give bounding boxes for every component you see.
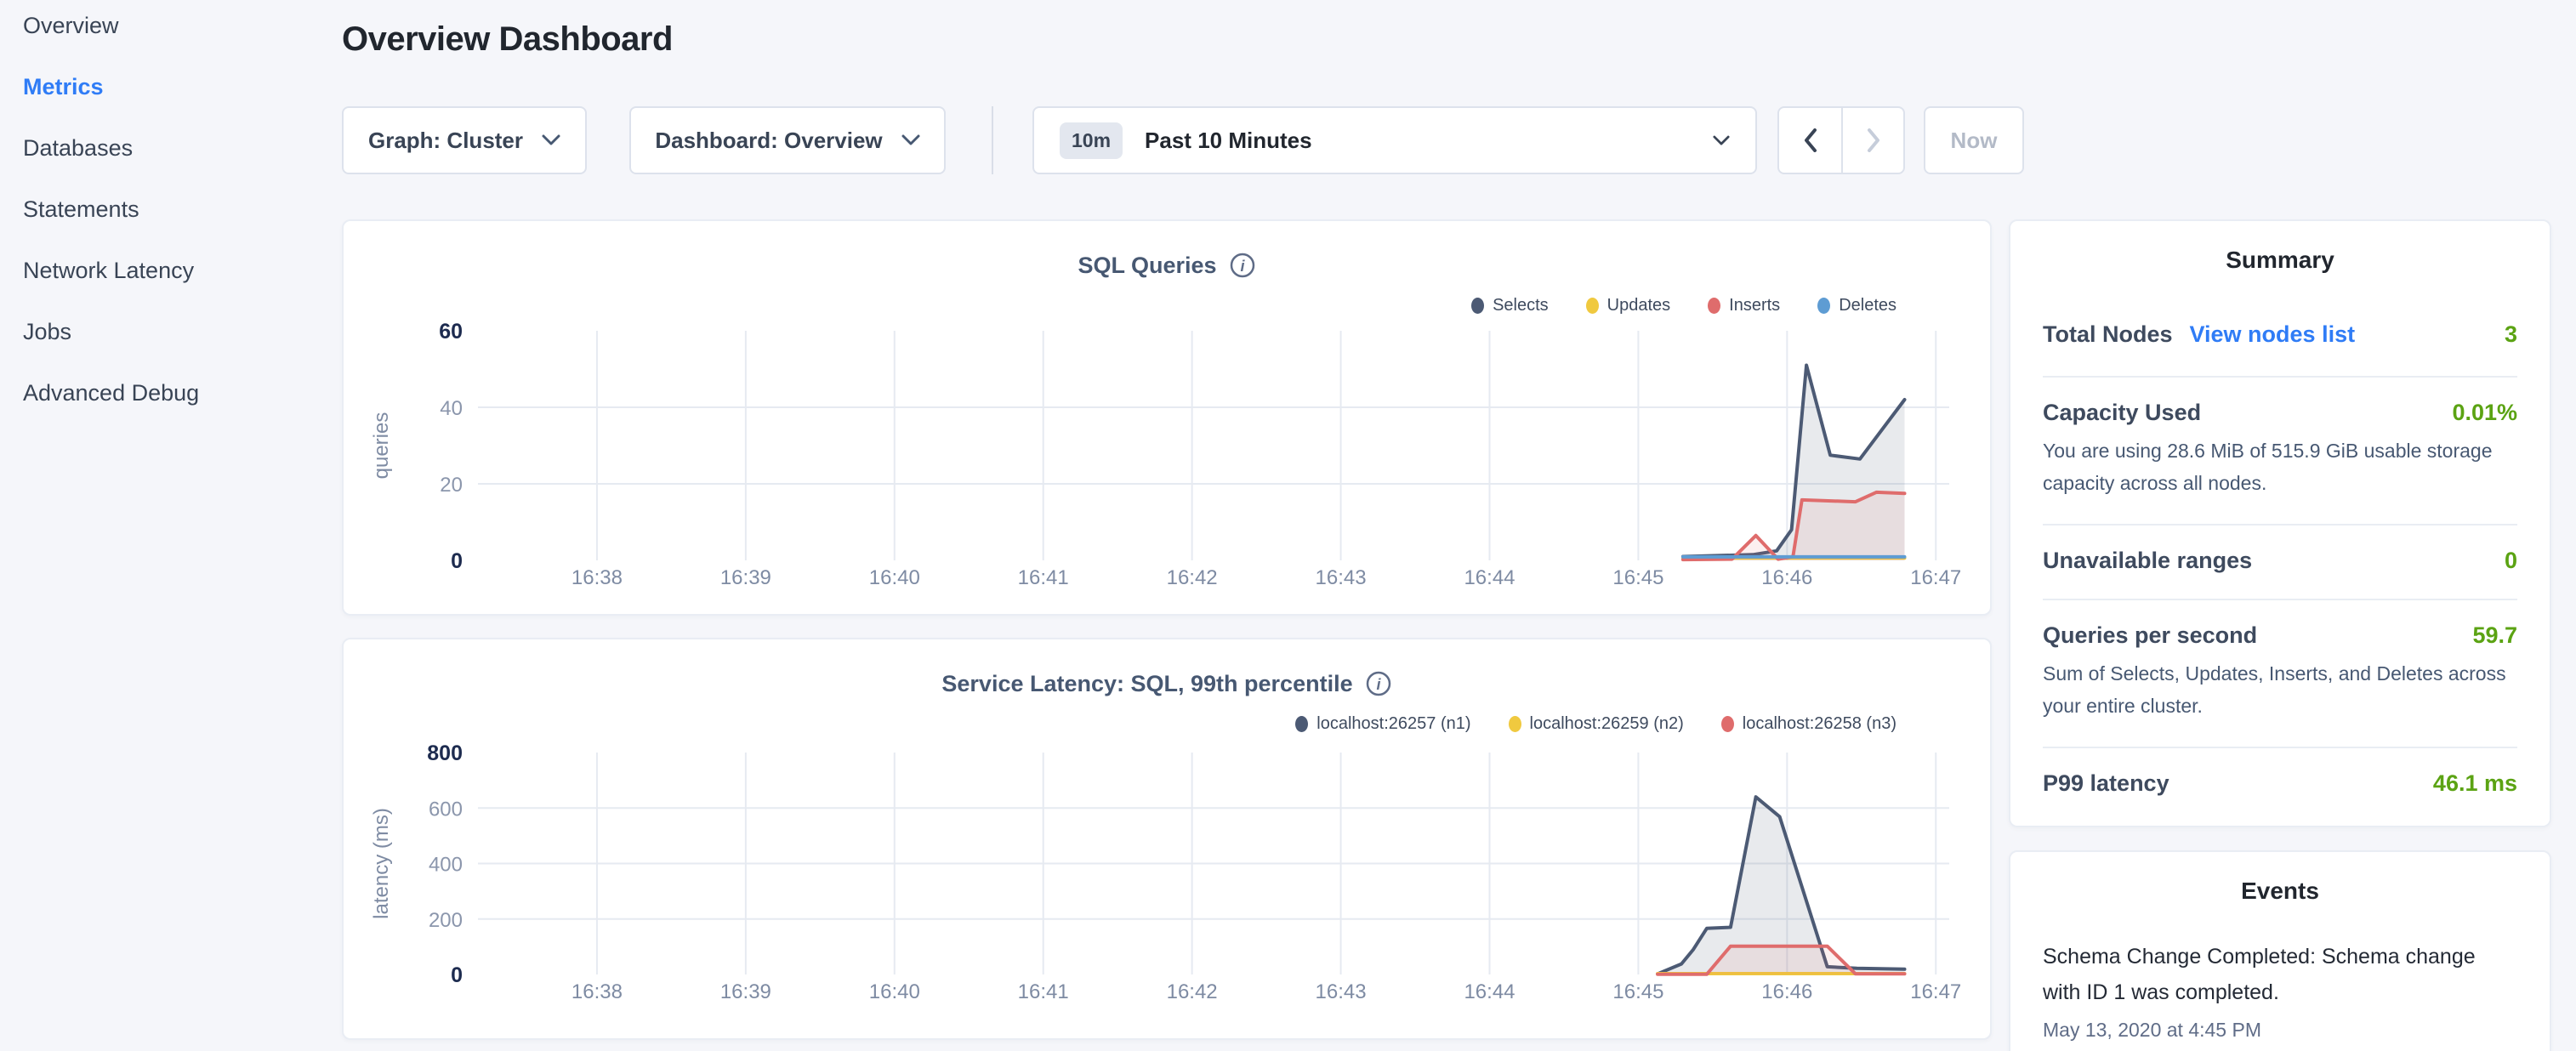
view-nodes-list-link[interactable]: View nodes list	[2190, 321, 2356, 348]
svg-text:16:39: 16:39	[720, 980, 771, 1003]
events-heading: Events	[2043, 878, 2517, 905]
svg-text:20: 20	[440, 474, 463, 497]
svg-text:queries: queries	[370, 412, 393, 480]
sidebar-item-overview[interactable]: Overview	[23, 12, 304, 39]
sidebar-item-advanced-debug[interactable]: Advanced Debug	[23, 379, 304, 406]
qps-value: 59.7	[2472, 622, 2517, 649]
svg-text:16:42: 16:42	[1167, 566, 1218, 589]
event-item-text[interactable]: Schema Change Completed: Schema change w…	[2043, 939, 2517, 1010]
p99-latency-value: 46.1 ms	[2433, 770, 2517, 797]
time-range-label: Past 10 Minutes	[1145, 128, 1312, 154]
stat-p99-latency: P99 latency 46.1 ms	[2043, 748, 2517, 821]
svg-text:16:41: 16:41	[1018, 980, 1069, 1003]
svg-text:16:41: 16:41	[1018, 566, 1069, 589]
sidebar-item-statements[interactable]: Statements	[23, 196, 304, 223]
capacity-used-value: 0.01%	[2452, 400, 2517, 426]
svg-text:16:44: 16:44	[1464, 980, 1515, 1003]
svg-text:16:45: 16:45	[1612, 566, 1663, 589]
svg-text:60: 60	[439, 320, 463, 344]
svg-text:400: 400	[429, 854, 463, 877]
chevron-down-icon	[1713, 135, 1730, 146]
sidebar-item-databases[interactable]: Databases	[23, 134, 304, 162]
svg-text:600: 600	[429, 798, 463, 821]
stat-capacity-used: Capacity Used 0.01% You are using 28.6 M…	[2043, 378, 2517, 526]
graph-scope-dropdown-label: Graph: Cluster	[368, 128, 523, 154]
sidebar-item-jobs[interactable]: Jobs	[23, 318, 304, 345]
sidebar-item-network-latency[interactable]: Network Latency	[23, 257, 304, 284]
svg-text:latency (ms): latency (ms)	[370, 808, 393, 919]
page-title: Overview Dashboard	[342, 20, 673, 59]
svg-text:40: 40	[440, 397, 463, 420]
chevron-down-icon	[901, 134, 920, 146]
svg-text:0: 0	[451, 549, 463, 573]
unavailable-ranges-value: 0	[2505, 548, 2517, 574]
sidebar-nav: Overview Metrics Databases Statements Ne…	[23, 12, 304, 440]
svg-text:16:45: 16:45	[1612, 980, 1663, 1003]
time-back-button[interactable]	[1779, 108, 1841, 173]
time-pager	[1777, 106, 1905, 174]
chevron-right-icon	[1867, 128, 1880, 152]
chevron-left-icon	[1804, 128, 1817, 152]
summary-heading: Summary	[2043, 247, 2517, 274]
summary-panel: Summary Total Nodes View nodes list 3 Ca…	[2009, 219, 2551, 827]
controls-divider	[992, 106, 993, 174]
now-button-label: Now	[1951, 128, 1998, 154]
svg-text:16:39: 16:39	[720, 566, 771, 589]
events-panel: Events Schema Change Completed: Schema c…	[2009, 850, 2551, 1051]
stat-unavailable-ranges: Unavailable ranges 0	[2043, 526, 2517, 600]
svg-text:800: 800	[427, 741, 463, 765]
svg-text:16:38: 16:38	[571, 566, 623, 589]
svg-text:16:47: 16:47	[1910, 566, 1961, 589]
svg-text:16:38: 16:38	[571, 980, 623, 1003]
dashboard-dropdown[interactable]: Dashboard: Overview	[629, 106, 946, 174]
svg-text:16:40: 16:40	[869, 980, 920, 1003]
graph-scope-dropdown[interactable]: Graph: Cluster	[342, 106, 587, 174]
svg-text:16:47: 16:47	[1910, 980, 1961, 1003]
time-forward-button[interactable]	[1841, 108, 1903, 173]
svg-text:16:46: 16:46	[1761, 566, 1812, 589]
chevron-down-icon	[542, 134, 560, 146]
total-nodes-value: 3	[2505, 321, 2517, 348]
time-range-dropdown[interactable]: 10m Past 10 Minutes	[1032, 106, 1757, 174]
svg-text:16:43: 16:43	[1316, 980, 1367, 1003]
time-range-badge: 10m	[1060, 122, 1123, 159]
metrics-dashboard-page: Overview Metrics Databases Statements Ne…	[0, 0, 2576, 1051]
sidebar-item-metrics[interactable]: Metrics	[23, 73, 304, 100]
stat-total-nodes: Total Nodes View nodes list 3	[2043, 321, 2517, 378]
svg-text:16:44: 16:44	[1464, 566, 1515, 589]
svg-text:16:42: 16:42	[1167, 980, 1218, 1003]
svg-text:16:43: 16:43	[1316, 566, 1367, 589]
svg-text:0: 0	[451, 963, 463, 987]
service-latency-chart-card: Service Latency: SQL, 99th percentile i …	[342, 638, 1992, 1040]
svg-text:16:46: 16:46	[1761, 980, 1812, 1003]
sql-queries-chart-card: SQL Queries i Selects Updates Inserts De…	[342, 219, 1992, 616]
stat-queries-per-second: Queries per second 59.7 Sum of Selects, …	[2043, 600, 2517, 748]
svg-text:16:40: 16:40	[869, 566, 920, 589]
now-button[interactable]: Now	[1924, 106, 2024, 174]
event-item-timestamp: May 13, 2020 at 4:45 PM	[2043, 1019, 2517, 1042]
dashboard-dropdown-label: Dashboard: Overview	[655, 128, 882, 154]
svg-text:200: 200	[429, 909, 463, 932]
